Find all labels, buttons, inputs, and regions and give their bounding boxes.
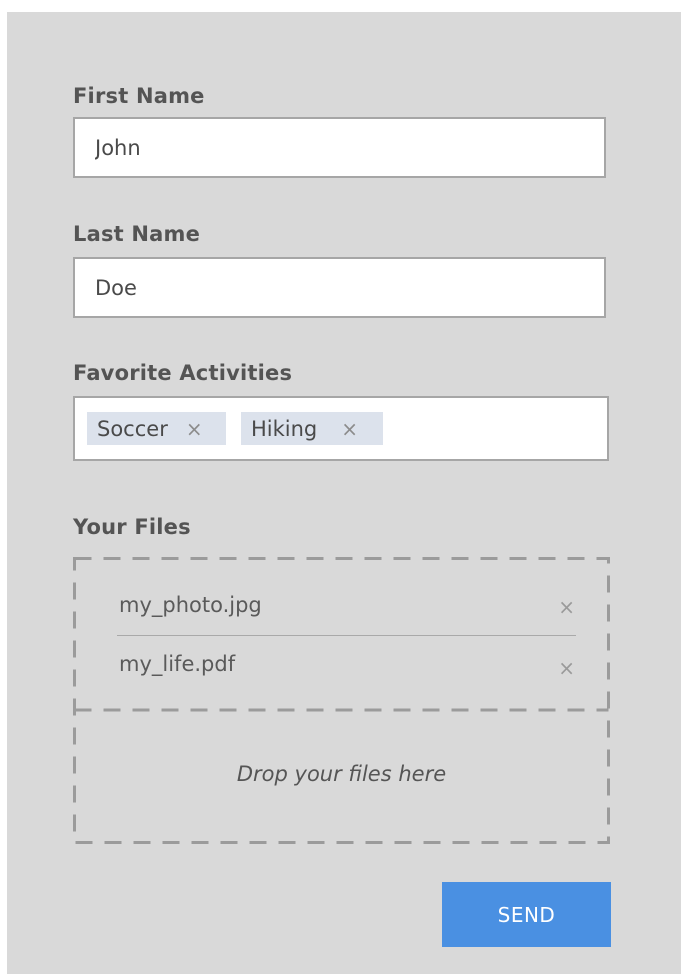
remove-file-icon[interactable]: × bbox=[558, 595, 575, 619]
remove-tag-icon[interactable]: × bbox=[186, 417, 203, 441]
first-name-label: First Name bbox=[73, 84, 205, 108]
file-item: my_photo.jpg × bbox=[119, 593, 575, 623]
file-item: my_life.pdf × bbox=[119, 652, 575, 682]
last-name-label: Last Name bbox=[73, 222, 201, 246]
file-name: my_life.pdf bbox=[119, 652, 236, 676]
last-name-input[interactable] bbox=[73, 257, 606, 318]
remove-tag-icon[interactable]: × bbox=[341, 417, 358, 441]
activity-tag-label: Soccer bbox=[97, 416, 168, 441]
file-divider bbox=[117, 635, 576, 636]
favorite-activities-label: Favorite Activities bbox=[73, 361, 293, 385]
activities-tag-input[interactable]: Soccer × Hiking × bbox=[73, 396, 609, 461]
activity-tag: Soccer × bbox=[87, 412, 226, 445]
your-files-label: Your Files bbox=[73, 515, 191, 539]
activity-tag-label: Hiking bbox=[251, 416, 318, 441]
first-name-input[interactable] bbox=[73, 117, 606, 178]
file-name: my_photo.jpg bbox=[119, 593, 262, 617]
activity-tag: Hiking × bbox=[241, 412, 383, 445]
send-button[interactable]: SEND bbox=[442, 882, 611, 947]
file-dropzone[interactable]: my_photo.jpg × my_life.pdf × Drop your f… bbox=[73, 557, 610, 844]
drop-files-hint: Drop your files here bbox=[236, 762, 447, 786]
remove-file-icon[interactable]: × bbox=[558, 656, 575, 680]
